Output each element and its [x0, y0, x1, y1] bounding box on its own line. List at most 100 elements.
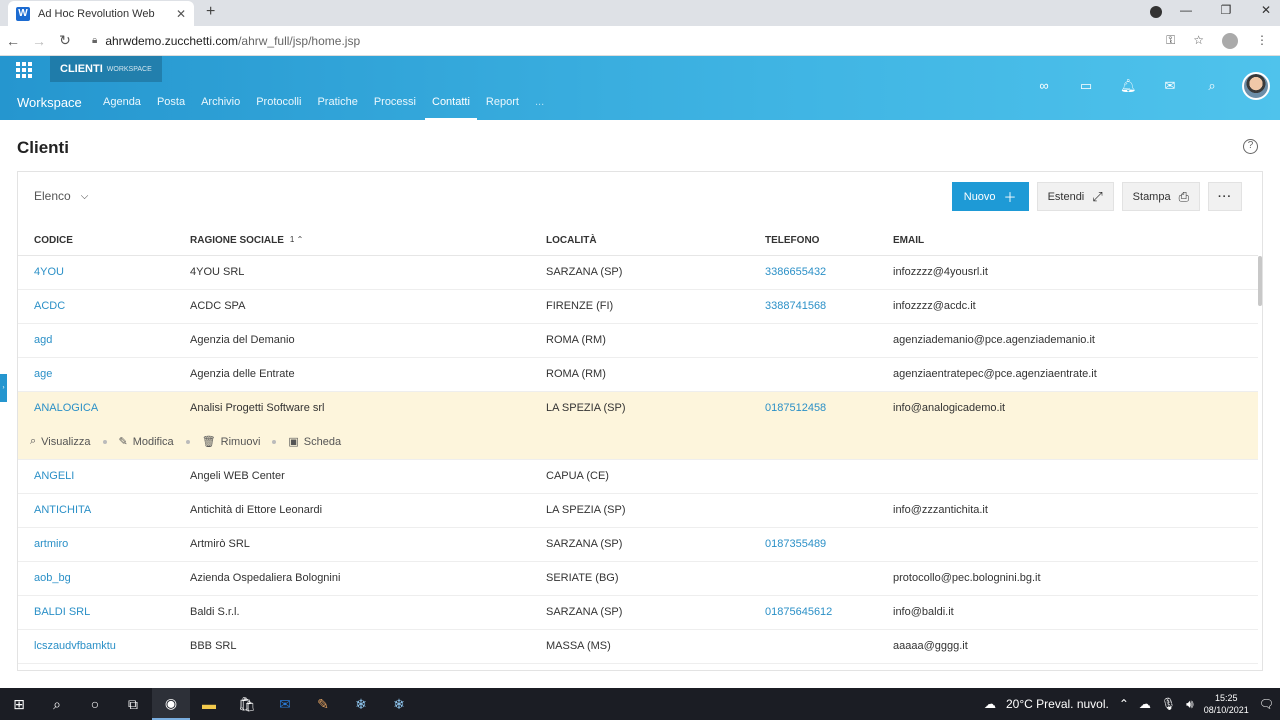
- card-action[interactable]: ▣ Scheda: [288, 435, 341, 449]
- back-icon[interactable]: ←: [0, 33, 26, 49]
- table-row[interactable]: ANTICHITA Antichità di Ettore Leonardi L…: [18, 494, 1258, 528]
- cell-location: LA SPEZIA (SP): [546, 402, 626, 414]
- notifications-icon[interactable]: 🗨︎: [1259, 697, 1274, 711]
- cell-code[interactable]: artmiro: [34, 538, 68, 550]
- minimize-icon[interactable]: —: [1180, 3, 1192, 17]
- edit-action[interactable]: ✎ Modifica: [119, 435, 174, 449]
- bell-icon[interactable]: 🔔︎: [1120, 78, 1137, 94]
- chevron-up-icon[interactable]: ⌃: [1119, 697, 1129, 711]
- tab-search-icon[interactable]: [1150, 6, 1162, 18]
- more-options-button[interactable]: ···: [1208, 182, 1242, 211]
- feedback-icon[interactable]: ✉: [1162, 78, 1178, 94]
- table-row[interactable]: aob_bg Azienda Ospedaliera Bolognini SER…: [18, 562, 1258, 596]
- snowflake-icon[interactable]: ❄: [342, 688, 380, 720]
- view-action[interactable]: ⌕ Visualizza: [30, 435, 91, 448]
- cell-code[interactable]: ANALOGICA: [34, 402, 98, 414]
- close-tab-icon[interactable]: ✕: [176, 7, 186, 21]
- weather-text[interactable]: 20°C Preval. nuvol.: [1006, 697, 1109, 711]
- nav-item-more[interactable]: ...: [535, 96, 544, 120]
- new-button[interactable]: Nuovo ＋: [951, 182, 1029, 211]
- cell-code[interactable]: ANTICHITA: [34, 504, 91, 516]
- table-row[interactable]: agd Agenzia del Demanio ROMA (RM) agenzi…: [18, 324, 1258, 358]
- cell-phone[interactable]: 0187512458: [765, 402, 826, 414]
- key-icon[interactable]: ⚿: [1166, 33, 1175, 49]
- nav-item-protocolli[interactable]: Protocolli: [256, 96, 301, 120]
- app-icon[interactable]: ✎: [304, 688, 342, 720]
- side-panel-toggle[interactable]: ›: [0, 374, 7, 402]
- table-row[interactable]: 4YOU 4YOU SRL SARZANA (SP) 3386655432 in…: [18, 256, 1258, 290]
- table-row[interactable]: ANGELI Angeli WEB Center CAPUA (CE): [18, 460, 1258, 494]
- restore-icon[interactable]: ❐: [1220, 3, 1232, 17]
- workspace-title[interactable]: Workspace: [17, 95, 82, 110]
- onedrive-icon[interactable]: ☁: [1139, 697, 1151, 711]
- nav-item-archivio[interactable]: Archivio: [201, 96, 240, 120]
- user-avatar[interactable]: [1242, 72, 1270, 100]
- magnifier-icon: ⌕: [30, 435, 37, 447]
- header-name[interactable]: RAGIONE SOCIALE 1 ⌃: [190, 235, 303, 246]
- view-selector[interactable]: Elenco ⌵: [34, 189, 88, 203]
- header-location[interactable]: LOCALITÀ: [546, 235, 597, 246]
- cell-location: SERIATE (BG): [546, 572, 619, 584]
- task-view-icon[interactable]: ⧉: [114, 688, 152, 720]
- microphone-icon[interactable]: 🎙︎: [1161, 697, 1176, 711]
- workspace-chip[interactable]: CLIENTI WORKSPACE: [50, 56, 162, 82]
- remove-action[interactable]: 🗑︎ Rimuovi: [202, 435, 261, 449]
- browser-tab[interactable]: W Ad Hoc Revolution Web ✕: [8, 1, 194, 26]
- nav-item-report[interactable]: Report: [486, 96, 519, 120]
- monitor-icon[interactable]: ▭: [1078, 78, 1094, 94]
- new-tab-icon[interactable]: +: [206, 3, 215, 21]
- windows-start-icon[interactable]: ⊞: [0, 688, 38, 720]
- cell-phone[interactable]: 3386655432: [765, 266, 826, 278]
- file-explorer-icon[interactable]: ▬: [190, 688, 228, 720]
- table-row[interactable]: artmiro Artmirò SRL SARZANA (SP) 0187355…: [18, 528, 1258, 562]
- nav-item-pratiche[interactable]: Pratiche: [317, 96, 357, 120]
- cell-code[interactable]: age: [34, 368, 52, 380]
- url-field[interactable]: 🔒︎ ahrwdemo.zucchetti.com/ahrw_full/jsp/…: [92, 34, 1166, 48]
- clock[interactable]: 15:25 08/10/2021: [1204, 692, 1249, 716]
- cell-code[interactable]: 4YOU: [34, 266, 64, 278]
- close-window-icon[interactable]: ✕: [1260, 3, 1272, 17]
- cell-code[interactable]: ACDC: [34, 300, 65, 312]
- header-code[interactable]: CODICE: [34, 235, 73, 246]
- outlook-icon[interactable]: ✉: [266, 688, 304, 720]
- cell-code[interactable]: ANGELI: [34, 470, 74, 482]
- nav-item-contatti[interactable]: Contatti: [425, 96, 477, 120]
- cell-code[interactable]: agd: [34, 334, 52, 346]
- bookmark-star-icon[interactable]: ☆: [1193, 33, 1204, 49]
- cell-phone[interactable]: 3388741568: [765, 300, 826, 312]
- search-icon[interactable]: ⌕: [38, 688, 76, 720]
- table-row-highlighted[interactable]: ANALOGICA Analisi Progetti Software srl …: [18, 392, 1258, 460]
- row-actions: ⌕ Visualizza ✎ Modifica 🗑︎ Rimuovi ▣ Scheda: [30, 435, 341, 448]
- cortana-icon[interactable]: ○: [76, 688, 114, 720]
- cell-phone[interactable]: 0187355489: [765, 538, 826, 550]
- profile-icon[interactable]: [1222, 32, 1238, 49]
- nav-item-processi[interactable]: Processi: [374, 96, 416, 120]
- cell-phone[interactable]: 01875645612: [765, 606, 832, 618]
- scrollbar-thumb[interactable]: [1258, 256, 1262, 306]
- forward-icon[interactable]: →: [26, 33, 52, 49]
- table-row[interactable]: age Agenzia delle Entrate ROMA (RM) agen…: [18, 358, 1258, 392]
- nav-item-agenda[interactable]: Agenda: [103, 96, 141, 120]
- snowflake-icon[interactable]: ❄: [380, 688, 418, 720]
- expand-button[interactable]: Estendi ⤢: [1036, 182, 1114, 211]
- table-row[interactable]: BALDI SRL Baldi S.r.l. SARZANA (SP) 0187…: [18, 596, 1258, 630]
- table-row[interactable]: ACDC ACDC SPA FIRENZE (FI) 3388741568 in…: [18, 290, 1258, 324]
- header-email[interactable]: EMAIL: [893, 235, 924, 246]
- print-button[interactable]: Stampa ⎙: [1121, 182, 1200, 211]
- chrome-icon[interactable]: ◉: [152, 688, 190, 720]
- apps-grid-icon[interactable]: [16, 62, 32, 78]
- browser-menu-icon[interactable]: ⋮: [1256, 33, 1268, 49]
- infinity-icon[interactable]: ∞: [1036, 78, 1052, 94]
- cell-code[interactable]: aob_bg: [34, 572, 71, 584]
- header-phone[interactable]: TELEFONO: [765, 235, 819, 246]
- cell-code[interactable]: lcszaudvfbamktu: [34, 640, 116, 652]
- table-scrollbar[interactable]: [1257, 256, 1262, 670]
- search-icon[interactable]: ⌕: [1204, 78, 1220, 94]
- cell-code[interactable]: BALDI SRL: [34, 606, 90, 618]
- volume-icon[interactable]: 🔊︎: [1186, 697, 1194, 712]
- table-row[interactable]: lcszaudvfbamktu BBB SRL MASSA (MS) aaaaa…: [18, 630, 1258, 664]
- store-icon[interactable]: 🛍︎: [228, 688, 266, 720]
- nav-item-posta[interactable]: Posta: [157, 96, 185, 120]
- reload-icon[interactable]: ↻: [52, 32, 78, 49]
- help-icon[interactable]: ?: [1243, 139, 1258, 154]
